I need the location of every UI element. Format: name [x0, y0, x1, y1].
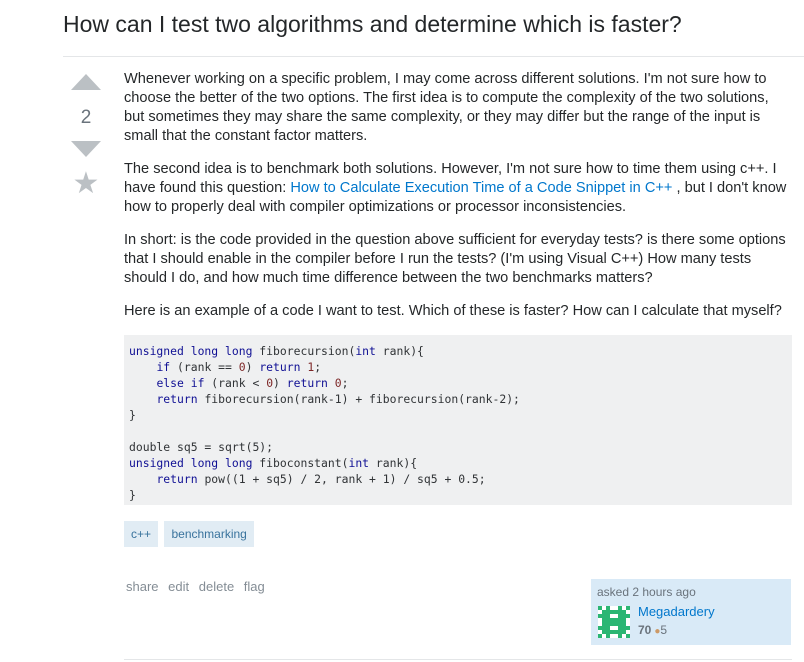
code-block: unsigned long long fiborecursion(int ran…: [124, 335, 792, 505]
post-menu: share edit delete flag: [126, 579, 271, 594]
title-divider: [63, 56, 804, 57]
code-text: ): [273, 376, 287, 390]
code-keyword: unsigned long long: [129, 344, 253, 358]
downvote-arrow-icon[interactable]: [71, 141, 101, 157]
code-number: 0: [327, 376, 342, 390]
code-number: 0: [238, 360, 246, 374]
delete-link[interactable]: delete: [199, 579, 234, 594]
code-keyword: if: [156, 360, 171, 374]
tag-benchmarking[interactable]: benchmarking: [164, 521, 254, 547]
code-text: (rank <: [204, 376, 267, 390]
post-body: Whenever working on a specific problem, …: [124, 70, 792, 321]
paragraph-1: Whenever working on a specific problem, …: [124, 71, 769, 144]
tag-cpp[interactable]: c++: [124, 521, 159, 547]
code-keyword: else if: [156, 376, 205, 390]
question-title[interactable]: How can I test two algorithms and determ…: [63, 9, 682, 39]
tag-list: c++ benchmarking: [124, 521, 792, 547]
code-text: rank){: [369, 456, 418, 470]
code-text: }: [129, 408, 136, 422]
reputation-score: 70: [638, 623, 652, 637]
related-question-link[interactable]: How to Calculate Execution Time of a Cod…: [290, 180, 672, 196]
code-text: double sq5 = sqrt(5);: [129, 440, 274, 454]
asked-time: asked 2 hours ago: [597, 585, 696, 599]
code-keyword: return: [259, 360, 301, 374]
favorite-star-icon[interactable]: ★: [68, 169, 104, 199]
paragraph-2: The second idea is to benchmark both sol…: [124, 160, 792, 217]
code-text: pow((1 + sq5) / 2, rank + 1) / sq5 + 0.5…: [197, 472, 486, 486]
code-number: 1: [300, 360, 315, 374]
code-keyword: return: [286, 376, 328, 390]
code-keyword: return: [156, 392, 198, 406]
code-text: fiborecursion(rank-1) + fiborecursion(ra…: [197, 392, 520, 406]
edit-link[interactable]: edit: [168, 579, 189, 594]
post-cell: Whenever working on a specific problem, …: [124, 70, 792, 645]
code-text: ;: [341, 376, 349, 390]
code-keyword: return: [156, 472, 198, 486]
paragraph-4: Here is an example of a code I want to t…: [124, 303, 782, 319]
code-text: fiborecursion(: [252, 344, 356, 358]
avatar-identicon-icon[interactable]: [598, 606, 630, 638]
code-text: }: [129, 488, 136, 502]
code-text: ): [245, 360, 260, 374]
code-keyword: int: [355, 344, 376, 358]
vote-count: 2: [80, 107, 92, 128]
code-text: rank){: [375, 344, 424, 358]
code-keyword: int: [348, 456, 370, 470]
flag-link[interactable]: flag: [244, 579, 265, 594]
share-link[interactable]: share: [126, 579, 159, 594]
owner-signature: asked 2 hours ago Megadardery 70 ●5: [591, 579, 791, 645]
code-text: (rank ==: [170, 360, 239, 374]
question-page: How can I test two algorithms and determ…: [0, 0, 804, 662]
bronze-badge-count: 5: [660, 623, 668, 637]
vote-cell: 2 ★: [68, 74, 104, 199]
upvote-arrow-icon[interactable]: [71, 74, 101, 90]
user-name-link[interactable]: Megadardery: [638, 604, 715, 620]
code-keyword: unsigned long long: [129, 456, 253, 470]
user-details: Megadardery 70 ●5: [638, 604, 715, 640]
paragraph-3: In short: is the code provided in the qu…: [124, 232, 786, 286]
code-text: ;: [314, 360, 322, 374]
bottom-divider: [124, 659, 792, 660]
user-reputation-row: 70 ●5: [638, 622, 715, 640]
code-text: fiboconstant(: [252, 456, 349, 470]
